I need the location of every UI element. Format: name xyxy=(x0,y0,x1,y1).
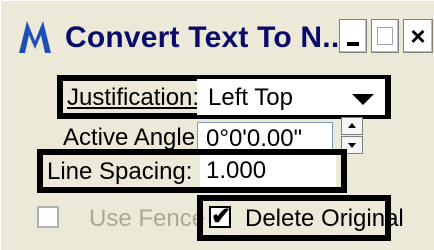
delete-original-label: Delete Original xyxy=(245,205,404,232)
delete-original-checkbox[interactable]: ✔ xyxy=(209,203,231,230)
close-icon: × xyxy=(410,21,426,51)
use-fence-checkbox[interactable] xyxy=(37,206,59,228)
convert-text-dialog: Convert Text To N... × Justification: Le… xyxy=(0,0,434,250)
line-spacing-input[interactable]: 1.000 xyxy=(200,155,336,187)
close-button[interactable]: × xyxy=(403,19,433,53)
microstation-m-icon xyxy=(19,21,51,53)
line-spacing-value: 1.000 xyxy=(206,157,267,184)
spin-down-icon xyxy=(348,143,356,148)
minimize-button[interactable] xyxy=(339,19,367,53)
checkmark-icon: ✔ xyxy=(211,203,232,230)
justification-label: Justification: xyxy=(67,84,200,111)
maximize-button[interactable] xyxy=(371,19,399,53)
use-fence-label: Use Fence xyxy=(89,205,206,232)
spin-up-button[interactable] xyxy=(341,117,363,135)
spin-up-icon xyxy=(348,123,356,128)
title-bar[interactable]: Convert Text To N... × xyxy=(1,1,434,83)
active-angle-label: Active Angle xyxy=(63,124,196,151)
dropdown-arrow-icon xyxy=(352,94,374,105)
maximize-icon xyxy=(377,27,393,45)
line-spacing-label: Line Spacing: xyxy=(47,158,193,185)
window-title: Convert Text To N... xyxy=(65,21,348,54)
justification-dropdown[interactable]: Left Top xyxy=(197,79,385,115)
justification-value: Left Top xyxy=(208,84,293,111)
minimize-icon xyxy=(347,42,359,46)
